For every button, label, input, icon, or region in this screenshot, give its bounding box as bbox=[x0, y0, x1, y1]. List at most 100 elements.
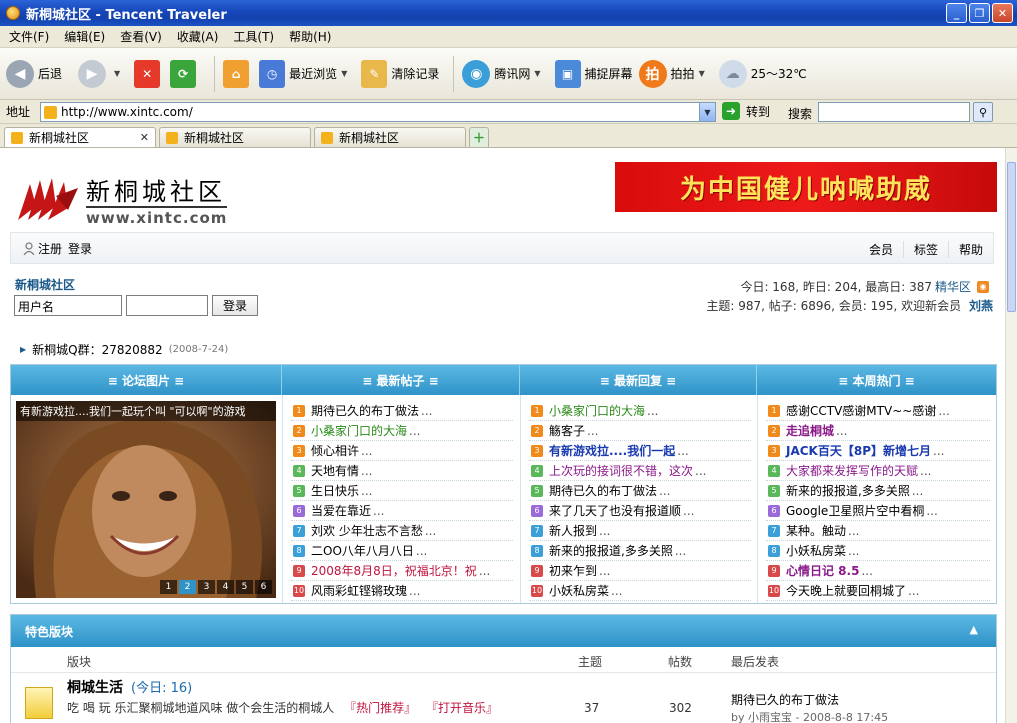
recent-dropdown-icon[interactable]: ▼ bbox=[341, 69, 347, 78]
list-item[interactable]: 4 上次玩的接词很不错，这次... bbox=[529, 461, 751, 481]
tab-2[interactable]: 新桐城社区 bbox=[159, 127, 311, 147]
paipai-button[interactable]: 拍 拍拍 ▼ bbox=[638, 59, 713, 88]
list-item[interactable]: 1 小桑家门口的大海... bbox=[529, 401, 751, 421]
home-button[interactable]: ⌂ bbox=[223, 59, 253, 88]
forward-dropdown-icon[interactable]: ▼ bbox=[114, 69, 120, 78]
post-title-link[interactable]: 2008年8月8日，祝福北京！祝 bbox=[311, 562, 477, 579]
rss-icon[interactable]: ◉ bbox=[977, 280, 989, 293]
scrollbar-thumb[interactable] bbox=[1007, 162, 1016, 312]
list-item[interactable]: 2 走追桐城... bbox=[766, 421, 990, 441]
forward-button[interactable]: ▶ ▼ bbox=[68, 59, 128, 88]
post-title-link[interactable]: 当爱在靠近 bbox=[311, 502, 371, 519]
menu-file[interactable]: 文件(F) bbox=[4, 28, 59, 45]
post-title-link[interactable]: 新来的报报道,多多关照 bbox=[549, 542, 673, 559]
menu-edit[interactable]: 编辑(E) bbox=[59, 28, 115, 45]
username-input[interactable]: 用户名 bbox=[14, 295, 122, 316]
list-item[interactable]: 7 某种。触动... bbox=[766, 521, 990, 541]
olympics-banner[interactable]: 为中国健儿呐喊助威 bbox=[615, 162, 997, 212]
help-link[interactable]: 帮助 bbox=[947, 240, 993, 258]
refresh-button[interactable]: ⟳ bbox=[170, 59, 200, 88]
slide-page-4[interactable]: 4 bbox=[217, 580, 234, 594]
minimize-button[interactable]: _ bbox=[946, 3, 967, 23]
members-link[interactable]: 会员 bbox=[859, 241, 903, 258]
list-item[interactable]: 6 当爱在靠近... bbox=[291, 501, 513, 521]
list-item[interactable]: 2 觞客子... bbox=[529, 421, 751, 441]
list-item[interactable]: 6 Google卫星照片空中看桐... bbox=[766, 501, 990, 521]
board-last-post-link[interactable]: 期待已久的布丁做法 bbox=[731, 691, 839, 708]
post-title-link[interactable]: 心情日记 8.5 bbox=[786, 562, 859, 579]
newest-member-link[interactable]: 刘燕 bbox=[969, 299, 993, 313]
post-title-link[interactable]: 期待已久的布丁做法 bbox=[549, 482, 657, 499]
list-item[interactable]: 9 心情日记 8.5... bbox=[766, 561, 990, 581]
slide-page-6[interactable]: 6 bbox=[255, 580, 272, 594]
post-title-link[interactable]: 天地有情 bbox=[311, 462, 359, 479]
menu-tools[interactable]: 工具(T) bbox=[228, 28, 284, 45]
recent-button[interactable]: ◷ 最近浏览 ▼ bbox=[259, 59, 355, 88]
menu-view[interactable]: 查看(V) bbox=[115, 28, 172, 45]
tencent-dropdown-icon[interactable]: ▼ bbox=[534, 69, 540, 78]
post-title-link[interactable]: 某种。触动 bbox=[786, 522, 846, 539]
close-window-button[interactable]: ✕ bbox=[992, 3, 1013, 23]
list-item[interactable]: 3 有新游戏拉....我们一起... bbox=[529, 441, 751, 461]
list-item[interactable]: 5 期待已久的布丁做法... bbox=[529, 481, 751, 501]
clear-history-button[interactable]: ✎ 清除记录 bbox=[361, 59, 439, 88]
paipai-dropdown-icon[interactable]: ▼ bbox=[699, 69, 705, 78]
post-title-link[interactable]: 今天晚上就要回桐城了 bbox=[786, 582, 906, 599]
screen-capture-button[interactable]: ▣ 捕捉屏幕 bbox=[554, 59, 633, 88]
weather-widget[interactable]: ☁ 25～32℃ bbox=[718, 59, 807, 88]
list-item[interactable]: 10 风雨彩虹铿锵玫瑰... bbox=[291, 581, 513, 601]
post-title-link[interactable]: JACK百天【8P】新增七月 bbox=[786, 442, 931, 459]
post-title-link[interactable]: 觞客子 bbox=[549, 422, 585, 439]
password-input[interactable] bbox=[126, 295, 208, 316]
list-item[interactable]: 3 JACK百天【8P】新增七月... bbox=[766, 441, 990, 461]
menu-favorites[interactable]: 收藏(A) bbox=[172, 28, 229, 45]
list-item[interactable]: 5 新来的报报道,多多关照... bbox=[766, 481, 990, 501]
tab-3[interactable]: 新桐城社区 bbox=[314, 127, 466, 147]
address-input[interactable]: http://www.xintc.com/ ▼ bbox=[40, 102, 716, 122]
post-title-link[interactable]: 新来的报报道,多多关照 bbox=[786, 482, 910, 499]
post-title-link[interactable]: 二OO八年八月八日 bbox=[311, 542, 414, 559]
list-item[interactable]: 8 小妖私房菜... bbox=[766, 541, 990, 561]
collapse-chevron-icon[interactable]: ▲ bbox=[970, 623, 978, 636]
tab-close-icon[interactable]: ✕ bbox=[140, 131, 149, 144]
post-title-link[interactable]: 小桑家门口的大海 bbox=[311, 422, 407, 439]
list-item[interactable]: 9 2008年8月8日，祝福北京！祝... bbox=[291, 561, 513, 581]
go-button[interactable]: ➜ 转到 bbox=[722, 102, 770, 120]
slide-page-2[interactable]: 2 bbox=[179, 580, 196, 594]
list-item[interactable]: 8 二OO八年八月八日... bbox=[291, 541, 513, 561]
post-title-link[interactable]: 感谢CCTV感谢MTV~~感谢 bbox=[786, 402, 936, 419]
site-logo[interactable]: 新桐城社区 www.xintc.com bbox=[16, 168, 246, 228]
post-title-link[interactable]: 刘欢 少年壮志不言愁 bbox=[311, 522, 423, 539]
post-title-link[interactable]: 小妖私房菜 bbox=[786, 542, 846, 559]
register-link[interactable]: 注册 bbox=[38, 240, 62, 257]
list-item[interactable]: 3 倾心相许... bbox=[291, 441, 513, 461]
post-title-link[interactable]: 风雨彩虹铿锵玫瑰 bbox=[311, 582, 407, 599]
slide-page-5[interactable]: 5 bbox=[236, 580, 253, 594]
post-title-link[interactable]: 倾心相许 bbox=[311, 442, 359, 459]
qq-group-notice[interactable]: ▶ 新桐城Q群：27820882 (2008-7-24) bbox=[20, 341, 228, 358]
post-title-link[interactable]: 期待已久的布丁做法 bbox=[311, 402, 419, 419]
post-title-link[interactable]: 小桑家门口的大海 bbox=[549, 402, 645, 419]
board-name-link[interactable]: 桐城生活 (今日: 16) bbox=[67, 677, 192, 697]
digest-link[interactable]: 精华区 bbox=[935, 278, 971, 295]
login-link[interactable]: 登录 bbox=[68, 240, 92, 257]
list-item[interactable]: 7 刘欢 少年壮志不言愁... bbox=[291, 521, 513, 541]
list-item[interactable]: 6 来了几天了也没有报道顺... bbox=[529, 501, 751, 521]
post-title-link[interactable]: 生日快乐 bbox=[311, 482, 359, 499]
login-button[interactable]: 登录 bbox=[212, 295, 258, 316]
list-item[interactable]: 10 小妖私房菜... bbox=[529, 581, 751, 601]
post-title-link[interactable]: 来了几天了也没有报道顺 bbox=[549, 502, 681, 519]
address-dropdown-icon[interactable]: ▼ bbox=[699, 103, 715, 121]
list-item[interactable]: 1 感谢CCTV感谢MTV~~感谢... bbox=[766, 401, 990, 421]
post-title-link[interactable]: 小妖私房菜 bbox=[549, 582, 609, 599]
stop-button[interactable]: ✕ bbox=[134, 59, 164, 88]
slide-page-1[interactable]: 1 bbox=[160, 580, 177, 594]
tencent-button[interactable]: ◉ 腾讯网 ▼ bbox=[462, 59, 548, 88]
page-vertical-scrollbar[interactable] bbox=[1005, 148, 1017, 723]
list-item[interactable]: 9 初来乍到... bbox=[529, 561, 751, 581]
forum-name-link[interactable]: 新桐城社区 bbox=[15, 276, 75, 293]
list-item[interactable]: 10 今天晚上就要回桐城了... bbox=[766, 581, 990, 601]
list-item[interactable]: 5 生日快乐... bbox=[291, 481, 513, 501]
post-title-link[interactable]: Google卫星照片空中看桐 bbox=[786, 502, 924, 519]
search-magnifier-icon[interactable]: ⚲ bbox=[973, 102, 993, 122]
